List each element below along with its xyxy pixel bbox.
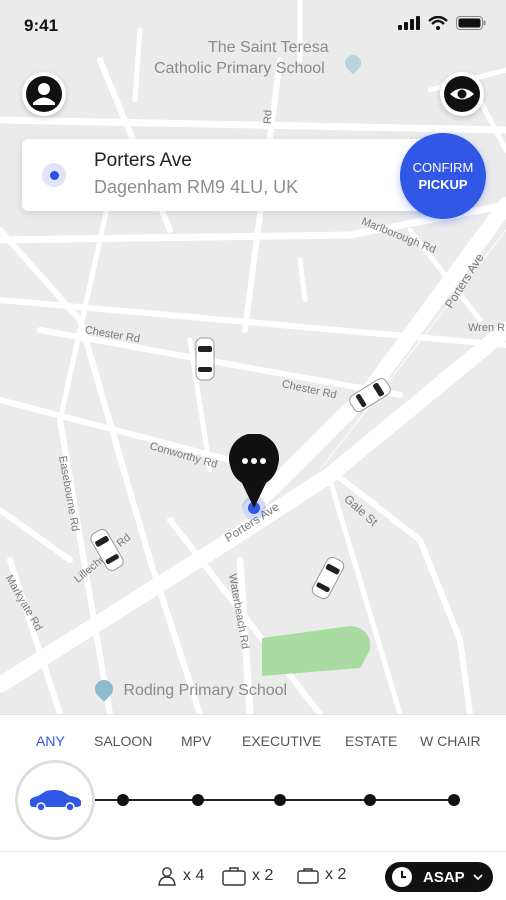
vehicle-slider-track[interactable] <box>92 799 454 801</box>
clock-icon <box>392 867 412 887</box>
slider-stop[interactable] <box>364 794 376 806</box>
tab-estate[interactable]: ESTATE <box>345 733 397 749</box>
status-icons <box>398 16 486 30</box>
luggage-option[interactable]: x 2 <box>222 866 273 886</box>
tab-w-chair[interactable]: W CHAIR <box>420 733 481 749</box>
slider-stop[interactable] <box>192 794 204 806</box>
tab-executive[interactable]: EXECUTIVE <box>242 733 321 749</box>
booking-panel: ANY SALOON MPV EXECUTIVE ESTATE W CHAIR … <box>0 714 506 900</box>
vehicle-type-tabs: ANY SALOON MPV EXECUTIVE ESTATE W CHAIR <box>0 733 506 753</box>
slider-stop[interactable] <box>117 794 129 806</box>
suitcase-icon <box>222 867 246 886</box>
hand-luggage-option[interactable]: x 2 <box>297 866 346 884</box>
tab-any[interactable]: ANY <box>36 733 65 749</box>
vehicle-slider-handle[interactable] <box>15 760 95 840</box>
confirm-label-line1: CONFIRM <box>412 160 474 175</box>
slider-stop[interactable] <box>274 794 286 806</box>
road-network <box>0 0 506 714</box>
bag-icon <box>297 868 319 884</box>
address-city: Dagenham RM9 4LU, UK <box>94 177 299 197</box>
confirm-pickup-button[interactable]: CONFIRM PICKUP <box>400 133 486 219</box>
poi-bottom[interactable]: Roding Primary School <box>91 676 288 702</box>
profile-button[interactable] <box>22 72 66 116</box>
pickup-pin-icon <box>229 433 279 520</box>
chevron-down-icon <box>473 874 483 881</box>
signal-icon <box>398 16 420 30</box>
map[interactable]: The Saint Teresa Catholic Primary School… <box>0 0 506 714</box>
status-time: 9:41 <box>24 16 59 35</box>
visibility-button[interactable] <box>440 72 484 116</box>
tab-mpv[interactable]: MPV <box>181 733 211 749</box>
car-side-icon <box>30 790 81 812</box>
passengers-option[interactable]: x 4 <box>157 866 204 886</box>
pickup-time-value: ASAP <box>423 868 465 886</box>
wifi-icon <box>428 16 448 30</box>
pickup-location-icon <box>42 163 66 187</box>
slider-stop[interactable] <box>448 794 460 806</box>
passengers-count: x 4 <box>183 867 205 884</box>
poi-top-line2: Catholic Primary School <box>153 60 325 77</box>
eye-icon <box>444 76 480 112</box>
battery-icon <box>456 16 486 30</box>
street-label-top: Rd <box>262 109 275 125</box>
address-street: Porters Ave <box>94 150 192 171</box>
car-icon <box>195 337 215 381</box>
pickup-time-dropdown[interactable]: ASAP <box>385 862 493 892</box>
tab-saloon[interactable]: SALOON <box>94 733 152 749</box>
status-bar: 9:41 <box>0 0 506 52</box>
profile-icon <box>26 76 62 112</box>
poi-bottom-label: Roding Primary School <box>123 682 288 699</box>
passenger-icon <box>158 867 176 886</box>
school-icon <box>91 676 117 702</box>
luggage-count: x 2 <box>252 867 274 884</box>
park-area <box>262 626 371 676</box>
pickup-address-card[interactable]: Porters Ave Dagenham RM9 4LU, UK <box>22 139 442 211</box>
car-marker[interactable] <box>195 337 215 381</box>
pickup-marker[interactable] <box>226 433 282 524</box>
hand-luggage-count: x 2 <box>325 866 347 883</box>
ride-options: x 4 x 2 x 2 ASAP <box>0 851 506 900</box>
street-label-wren: Wren R <box>468 322 506 334</box>
confirm-label-line2: PICKUP <box>418 177 468 192</box>
